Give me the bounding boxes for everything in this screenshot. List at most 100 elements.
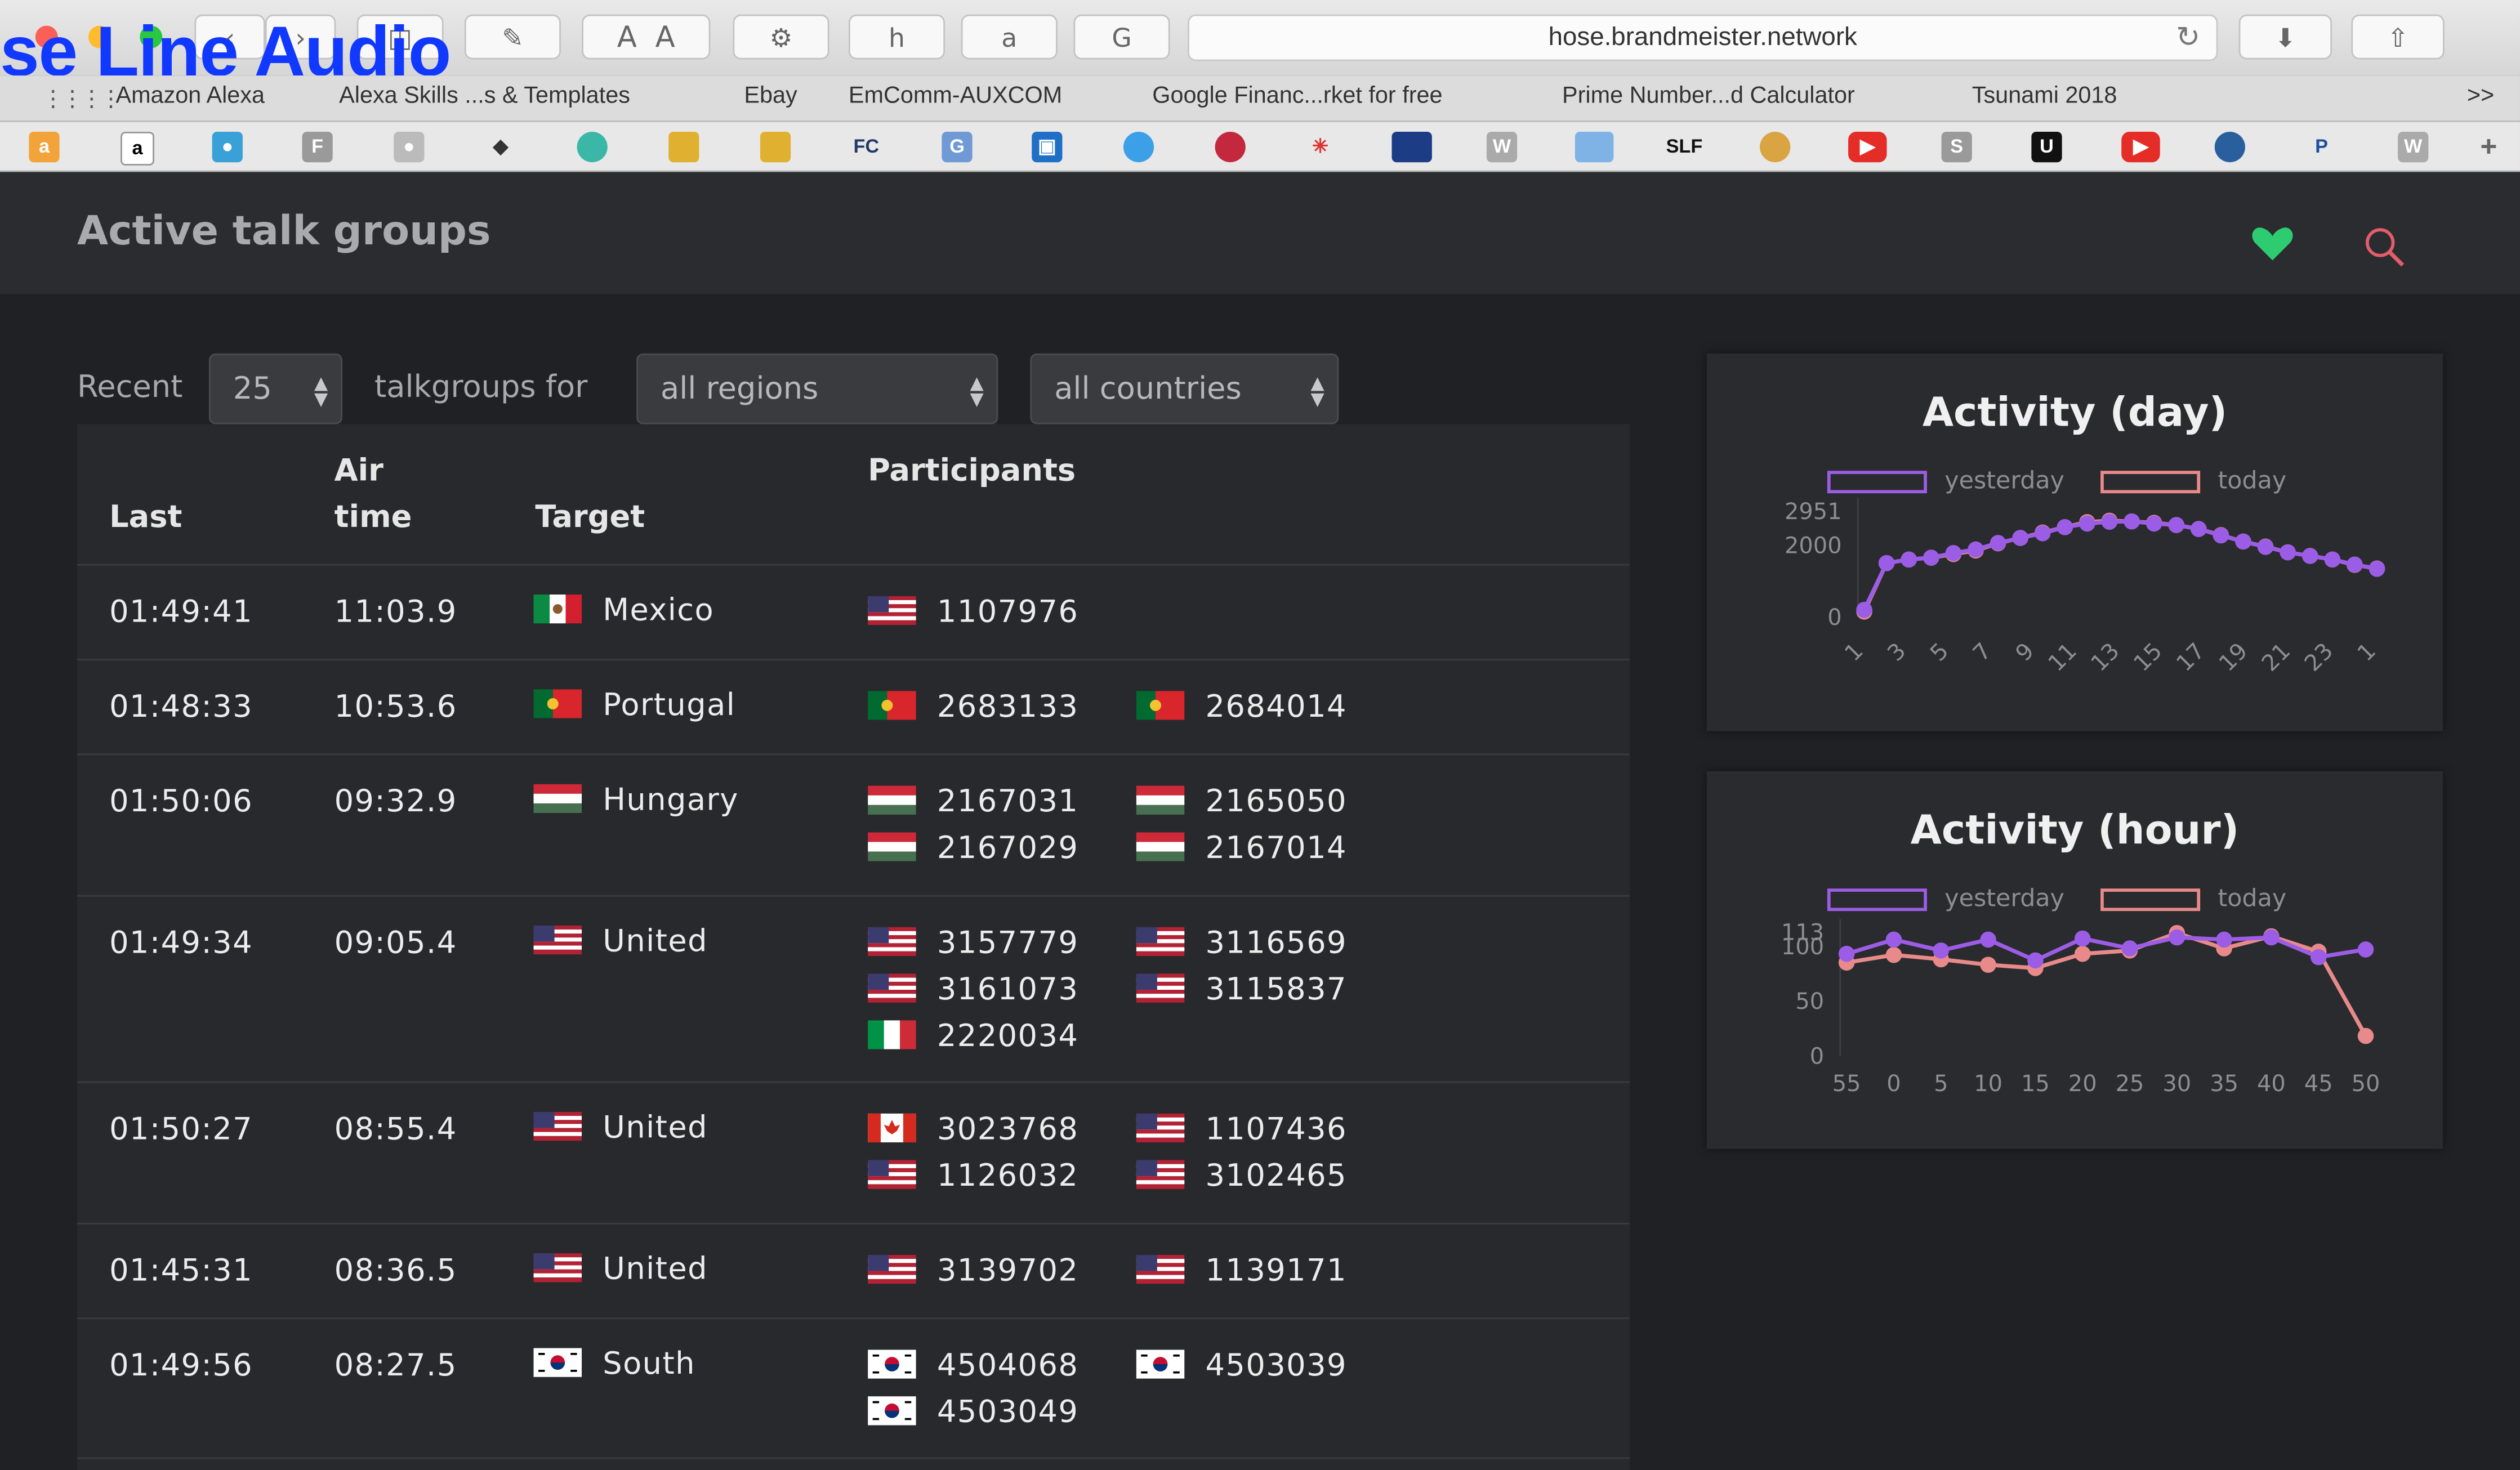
participant[interactable]: 2220034 xyxy=(868,1018,1078,1054)
participant[interactable]: 2167031 xyxy=(868,784,1078,820)
participant[interactable]: 3161073 xyxy=(868,972,1078,1007)
tower-favorite-icon[interactable]: ✳ xyxy=(1305,132,1336,163)
youtube2-favorite-icon[interactable]: ▶ xyxy=(2121,132,2160,163)
bookmark-item[interactable]: Tsunami 2018 xyxy=(1972,83,2117,109)
data-point-yesterday xyxy=(2257,539,2274,555)
country-select[interactable]: all countries ▲ ▼ xyxy=(1030,353,1339,425)
col-participants[interactable]: Participants xyxy=(868,448,1076,495)
participant[interactable]: 1126032 xyxy=(868,1159,1078,1194)
bag-favorite-icon[interactable] xyxy=(668,132,699,163)
slf-favorite-icon[interactable]: SLF xyxy=(1661,132,1707,163)
w2-favorite-icon[interactable]: W xyxy=(2398,132,2429,163)
grid-icon[interactable]: ⋮⋮⋮⋮ xyxy=(42,85,122,113)
table-row[interactable]: 01:45:31 08:36.5 United 3139702 1139171 xyxy=(77,1225,1630,1320)
honey-icon[interactable]: h xyxy=(848,14,945,60)
x-tick-label: 35 xyxy=(2210,1071,2238,1097)
data-point-yesterday xyxy=(2310,949,2327,966)
x-tick-label: 55 xyxy=(1832,1071,1861,1097)
download-icon[interactable]: ⬇ xyxy=(2238,14,2332,60)
w-favorite-icon[interactable]: W xyxy=(1486,132,1518,163)
participant[interactable]: 1107976 xyxy=(868,595,1078,630)
row-target: United xyxy=(533,924,708,959)
paypal-favorite-icon[interactable]: P xyxy=(2306,132,2337,163)
text-size-button[interactable]: A A xyxy=(582,14,711,60)
x-tick-label: 3 xyxy=(1883,638,1911,667)
bag2-favorite-icon[interactable] xyxy=(760,132,791,163)
screen-favorite-icon[interactable] xyxy=(1575,132,1614,163)
portugal-flag-icon xyxy=(533,688,582,718)
recent-count-select[interactable]: 25 ▲ ▼ xyxy=(209,353,342,425)
f-favorite-icon[interactable]: F xyxy=(302,132,333,163)
table-row[interactable]: 01:49:41 11:03.9 Mexico 1107976 xyxy=(77,566,1630,660)
table-row[interactable]: 01:48:33 10:53.6 Portugal 2683133 268401… xyxy=(77,660,1630,756)
participant[interactable]: 3116569 xyxy=(1136,926,1347,961)
col-target[interactable]: Target xyxy=(535,495,645,542)
participant[interactable]: 2167014 xyxy=(1136,830,1347,866)
south-korea-flag-icon xyxy=(868,1348,916,1378)
favorite-icon[interactable]: a xyxy=(29,132,60,163)
bookmark-item[interactable]: Ebay xyxy=(744,83,797,109)
participant[interactable]: 1139171 xyxy=(1136,1253,1347,1289)
participant[interactable]: 1107436 xyxy=(1136,1112,1347,1147)
row-air: 08:55.4 xyxy=(334,1111,457,1147)
participant[interactable]: 3102465 xyxy=(1136,1159,1347,1194)
table-row[interactable]: 01:49:56 08:27.5 South 4504068 4503039 4… xyxy=(77,1319,1630,1459)
heart-icon[interactable] xyxy=(2250,225,2295,263)
amazon-icon[interactable]: a xyxy=(961,14,1058,60)
col-last[interactable]: Last xyxy=(109,495,182,542)
col-air[interactable]: Air xyxy=(334,448,383,495)
shield-favorite-icon[interactable] xyxy=(2214,132,2245,163)
gs-favorite-icon[interactable]: G xyxy=(942,132,973,163)
fc-favorite-icon[interactable]: FC xyxy=(844,132,889,163)
weather-favorite-icon[interactable] xyxy=(1391,132,1432,163)
share-icon[interactable]: ⇧ xyxy=(2351,14,2445,60)
south-korea-flag-icon xyxy=(533,1347,582,1377)
edit-icon[interactable]: ✎ xyxy=(464,14,561,60)
amazon-favorite-icon[interactable]: a xyxy=(121,132,154,166)
activity-hour-card: Activity (hour) yesterday today 0 50 100 11… xyxy=(1706,771,2443,1149)
add-favorite-icon[interactable]: + xyxy=(2473,131,2504,162)
s-favorite-icon[interactable]: S xyxy=(1941,132,1972,163)
bookmark-item[interactable]: Prime Number...d Calculator xyxy=(1562,83,1855,109)
participant[interactable]: 2683133 xyxy=(868,689,1078,725)
participant[interactable]: 2165050 xyxy=(1136,784,1347,820)
participant[interactable]: 4503049 xyxy=(868,1395,1078,1430)
globe-favorite-icon[interactable] xyxy=(577,132,608,163)
bookmark-item[interactable]: Amazon Alexa xyxy=(115,83,265,109)
participant[interactable]: 3139702 xyxy=(868,1253,1078,1289)
row-last: 01:45:31 xyxy=(109,1253,253,1289)
bookmarks-overflow[interactable]: >> xyxy=(2467,83,2494,109)
table-row[interactable]: 01:50:27 08:55.4 United 3023768 1107436 … xyxy=(77,1083,1630,1225)
region-select[interactable]: all regions ▲ ▼ xyxy=(636,353,998,425)
grammarly-icon[interactable]: G xyxy=(1073,14,1170,60)
table-row[interactable]: 01:50:06 09:32.9 Hungary 2167031 2165050… xyxy=(77,755,1630,897)
table-row[interactable]: 01:49:34 09:05.4 United 3157779 3116569 … xyxy=(77,897,1630,1083)
bookmarks-bar: ⋮⋮⋮⋮ Amazon Alexa Alexa Skills ...s & Te… xyxy=(0,75,2520,122)
location-favorite-icon[interactable]: ● xyxy=(212,132,243,163)
address-bar[interactable]: hose.brandmeister.network ↻ xyxy=(1188,14,2218,61)
apple-favorite-icon[interactable]: ● xyxy=(394,132,425,163)
participant[interactable]: 4504068 xyxy=(868,1348,1078,1383)
participant[interactable]: 4503039 xyxy=(1136,1348,1347,1383)
usa-flag-icon xyxy=(533,1111,582,1140)
u-favorite-icon[interactable]: U xyxy=(2031,132,2062,163)
bookmark-item[interactable]: Google Financ...rket for free xyxy=(1152,83,1442,109)
ethereum-favorite-icon[interactable]: ◆ xyxy=(485,132,516,163)
search-icon[interactable] xyxy=(2362,225,2407,270)
box-favorite-icon[interactable]: ▣ xyxy=(1032,132,1063,163)
col-time[interactable]: time xyxy=(334,495,412,542)
participant[interactable]: 3115837 xyxy=(1136,972,1347,1007)
reload-icon[interactable]: ↻ xyxy=(2176,16,2200,60)
participant[interactable]: 3157779 xyxy=(868,926,1078,961)
participant[interactable]: 2167029 xyxy=(868,830,1078,866)
extension-icon[interactable]: ⚙ xyxy=(733,14,829,60)
burger-favorite-icon[interactable] xyxy=(1760,132,1791,163)
raspberry-favorite-icon[interactable] xyxy=(1215,132,1246,163)
participant[interactable]: 3023768 xyxy=(868,1112,1078,1147)
row-last: 01:48:33 xyxy=(109,689,253,725)
bookmark-item[interactable]: Alexa Skills ...s & Templates xyxy=(339,83,630,109)
youtube-favorite-icon[interactable]: ▶ xyxy=(1848,132,1887,163)
chat-favorite-icon[interactable] xyxy=(1123,132,1154,163)
bookmark-item[interactable]: EmComm-AUXCOM xyxy=(849,83,1062,109)
participant[interactable]: 2684014 xyxy=(1136,689,1347,725)
